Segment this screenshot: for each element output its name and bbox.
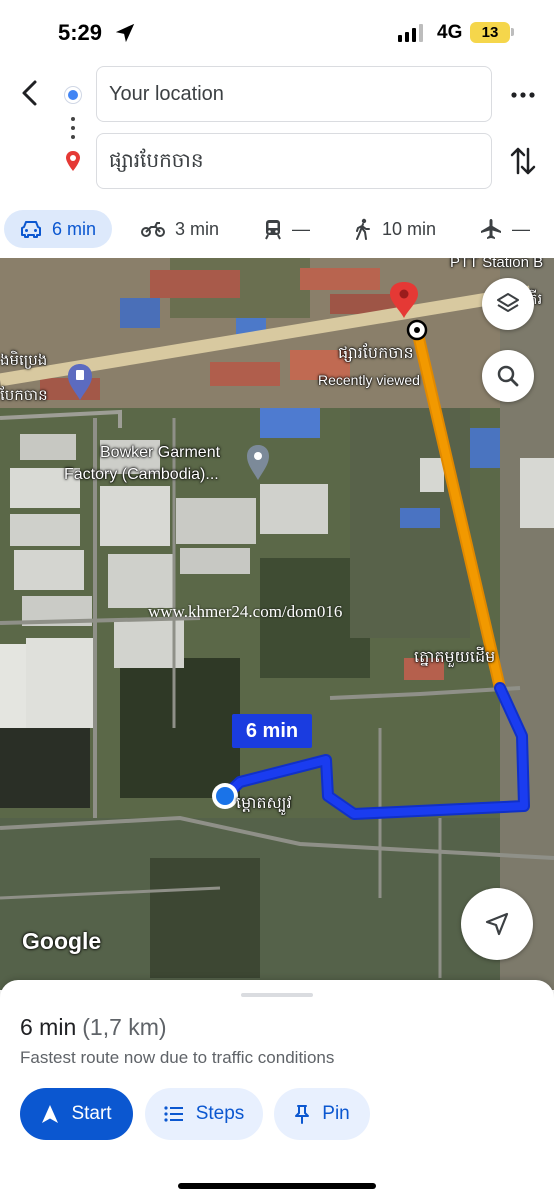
status-bar: 5:29 4G 13	[0, 0, 554, 62]
start-button-label: Start	[71, 1103, 112, 1124]
map-label-factory-2: Factory (Cambodia)...	[64, 466, 219, 483]
route-note: Fastest route now due to traffic conditi…	[20, 1048, 335, 1067]
map-label-station: PTT Station B	[450, 258, 544, 271]
tab-motorcycle-label: 3 min	[175, 218, 220, 239]
location-arrow-icon	[115, 23, 135, 43]
search-button[interactable]	[482, 350, 534, 402]
steps-button[interactable]: Steps	[145, 1088, 263, 1140]
network-type: 4G	[437, 22, 463, 43]
swap-icon[interactable]	[506, 143, 540, 179]
list-icon	[164, 1106, 183, 1122]
battery-tip	[511, 28, 514, 36]
map-label-gas-station: ងមិប្រេង	[0, 352, 48, 369]
route-time-chip[interactable]: 6 min	[232, 714, 312, 748]
map-label-gas-station-2: បែកចាន	[0, 387, 48, 404]
walk-icon	[356, 218, 370, 240]
navigation-icon	[42, 1105, 59, 1123]
tab-drive[interactable]: 6 min	[4, 210, 113, 248]
start-button[interactable]: Start	[20, 1088, 133, 1140]
flight-icon	[481, 219, 501, 239]
tab-transit[interactable]: —	[264, 210, 310, 248]
layers-icon	[497, 293, 519, 312]
sheet-drag-handle[interactable]	[241, 993, 313, 997]
navigation-arrow-icon	[485, 912, 509, 936]
travel-mode-tabs: 6 min 3 min — 10 min —	[0, 205, 554, 255]
route-dots-icon	[71, 117, 75, 139]
google-logo: Google	[22, 928, 102, 954]
pin-button-label: Pin	[322, 1103, 350, 1124]
watermark: www.khmer24.com/dom016	[148, 602, 343, 621]
map-view[interactable]: PTT Station B ងមិប្រេង បែកចាន ផ្សារបែកចា…	[0, 258, 554, 990]
origin-field[interactable]: Your location	[96, 66, 492, 122]
destination-pin-icon	[66, 151, 80, 171]
home-indicator[interactable]	[178, 1183, 376, 1189]
tab-flight-label: —	[512, 218, 530, 239]
tab-transit-label: —	[292, 218, 310, 239]
signal-icon	[398, 24, 423, 42]
map-label-recently-viewed: Recently viewed	[318, 372, 420, 388]
route-duration: 6 min	[20, 1014, 77, 1040]
motorcycle-icon	[141, 222, 165, 237]
more-options-icon[interactable]	[506, 80, 540, 110]
status-time: 5:29	[58, 20, 103, 45]
tab-drive-label: 6 min	[52, 218, 97, 239]
pin-button[interactable]: Pin	[274, 1088, 370, 1140]
map-label-road-1: ត្នោតមួយដើម	[414, 649, 496, 666]
satellite-imagery	[0, 258, 554, 990]
destination-field[interactable]: ផ្សារបែកចាន	[96, 133, 492, 189]
map-label-factory-1: Bowker Garment	[100, 444, 221, 461]
steps-button-label: Steps	[195, 1103, 245, 1124]
layers-button[interactable]	[482, 278, 534, 330]
search-icon	[497, 365, 519, 387]
transit-icon	[265, 220, 281, 240]
map-label-road-2: ម្តោតស្បូវ	[236, 795, 292, 812]
route-summary: 6 min (1,7 km)	[20, 1014, 167, 1041]
route-distance: (1,7 km)	[82, 1014, 167, 1040]
car-icon	[21, 221, 41, 238]
tab-walk-label: 10 min	[382, 218, 437, 239]
map-label-market: ផ្សារបែកចាន	[338, 345, 414, 362]
route-summary-sheet: 6 min (1,7 km) Fastest route now due to t…	[0, 980, 554, 1200]
tab-flight[interactable]: —	[480, 210, 530, 248]
pin-icon	[295, 1105, 310, 1124]
battery-icon: 13	[470, 22, 510, 43]
back-button[interactable]	[14, 76, 48, 110]
tab-motorcycle[interactable]: 3 min	[141, 210, 219, 248]
origin-dot-icon	[65, 87, 81, 103]
tab-walk[interactable]: 10 min	[354, 210, 436, 248]
recenter-button[interactable]	[461, 888, 533, 960]
